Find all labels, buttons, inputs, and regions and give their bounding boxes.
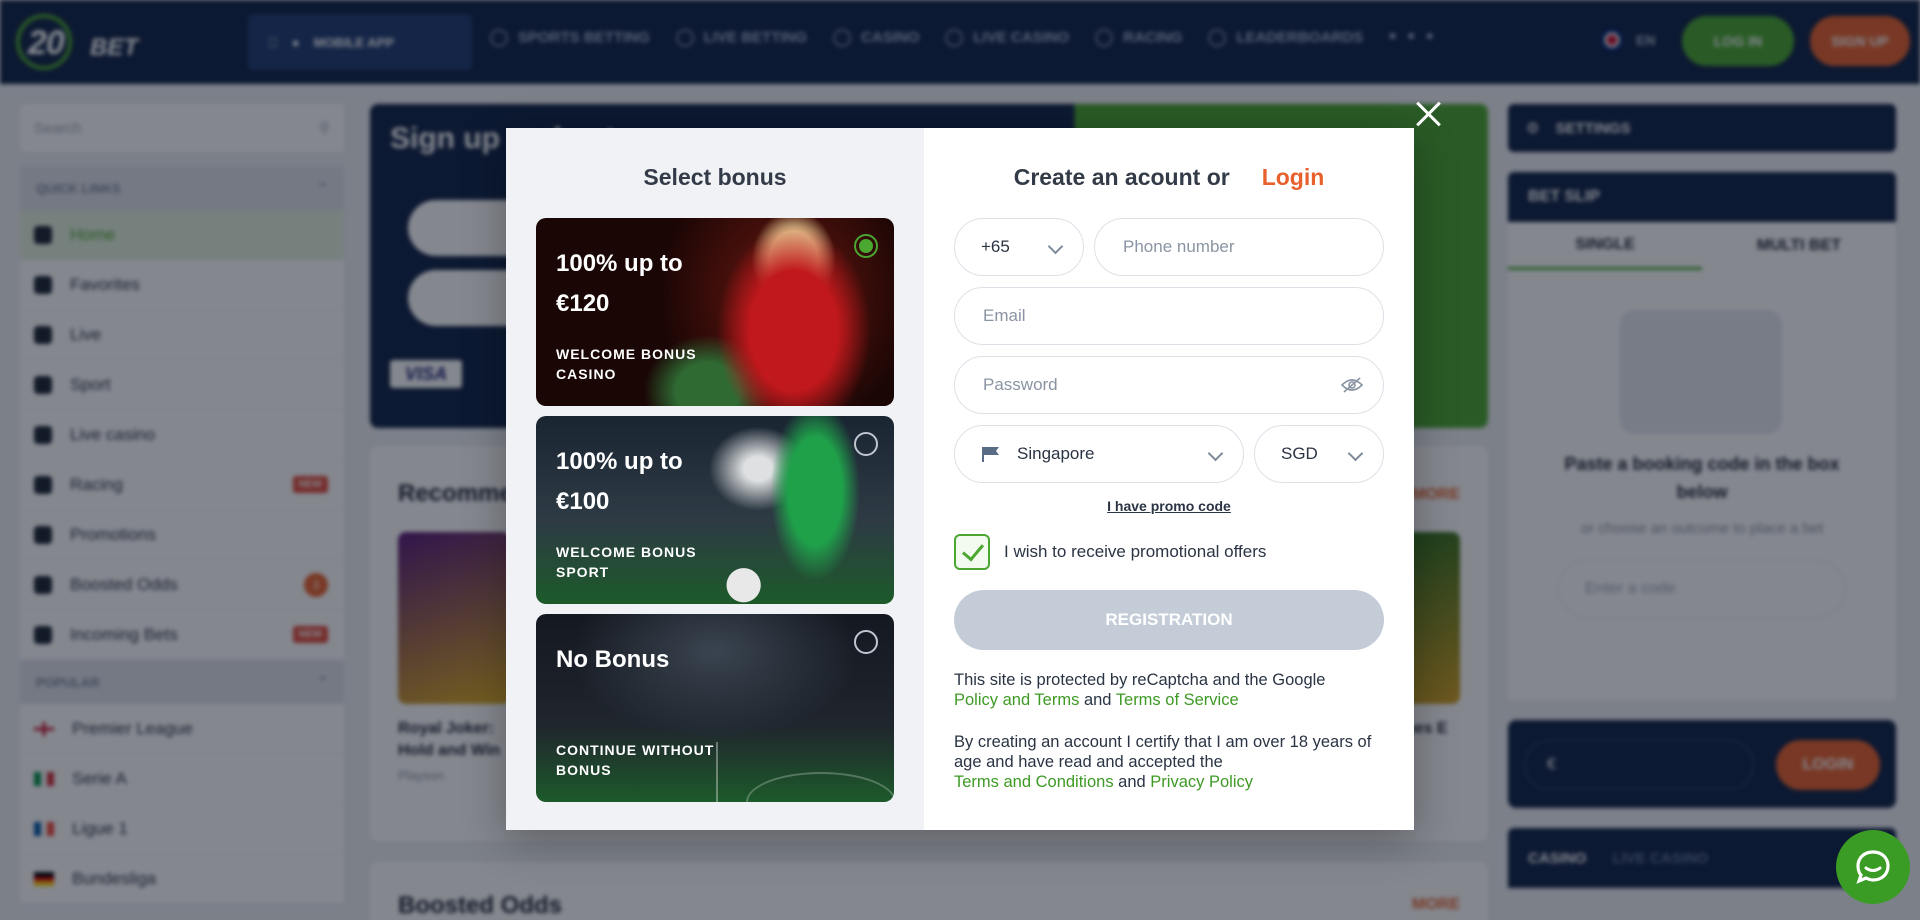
- phone-placeholder: Phone number: [1123, 237, 1235, 256]
- country-value: Singapore: [1017, 444, 1095, 463]
- bonus-amount: No Bonus: [556, 646, 670, 673]
- legal-text: This site is protected by reCaptcha and …: [954, 671, 1326, 689]
- policy-and-terms-link[interactable]: Policy and Terms: [954, 691, 1079, 709]
- registration-modal: Select bonus 100% up to €120 WELCOME BON…: [506, 128, 1414, 830]
- eye-slash-icon[interactable]: [1341, 377, 1363, 393]
- legal-and: and: [1083, 691, 1112, 709]
- chevron-down-icon: [1347, 445, 1364, 462]
- bonus-label: WELCOME BONUS SPORT: [556, 544, 697, 580]
- phone-number-input[interactable]: Phone number: [1094, 218, 1384, 276]
- recaptcha-notice: This site is protected by reCaptcha and …: [954, 670, 1394, 710]
- flag-icon: [982, 447, 999, 462]
- age-consent-notice: By creating an account I certify that I …: [954, 732, 1394, 792]
- country-select[interactable]: Singapore: [954, 425, 1244, 483]
- legal-and: and: [1118, 773, 1146, 791]
- bonus-card-no-bonus[interactable]: No Bonus CONTINUE WITHOUT BONUS: [536, 614, 894, 802]
- bonus-amount: 100% up to €100: [556, 448, 683, 515]
- terms-and-conditions-link[interactable]: Terms and Conditions: [954, 773, 1114, 791]
- live-chat-button[interactable]: [1836, 830, 1910, 904]
- promo-offers-label: I wish to receive promotional offers: [1004, 542, 1267, 561]
- bonus-card-sport[interactable]: 100% up to €100 WELCOME BONUS SPORT: [536, 416, 894, 604]
- password-input[interactable]: Password: [954, 356, 1384, 414]
- pitch-arc: [746, 772, 894, 802]
- bonus-amount: 100% up to €120: [556, 250, 683, 317]
- close-icon[interactable]: [1414, 100, 1442, 128]
- chevron-down-icon: [1207, 445, 1224, 462]
- registration-form: Create an acount or Login +65 Phone numb…: [924, 128, 1414, 830]
- form-header: Create an acount or Login: [924, 164, 1414, 191]
- select-bonus-title: Select bonus: [643, 164, 787, 190]
- promo-code-link[interactable]: I have promo code: [924, 498, 1414, 514]
- bonus-radio-selected[interactable]: [854, 234, 878, 258]
- bonus-radio[interactable]: [854, 432, 878, 456]
- login-link[interactable]: Login: [1262, 164, 1325, 191]
- chevron-down-icon: [1047, 238, 1064, 255]
- password-placeholder: Password: [983, 375, 1058, 394]
- bonus-label: CONTINUE WITHOUT BONUS: [556, 742, 715, 778]
- email-input[interactable]: Email: [954, 287, 1384, 345]
- phone-code-select[interactable]: +65: [954, 218, 1084, 276]
- phone-code-value: +65: [981, 237, 1010, 256]
- currency-value: SGD: [1281, 444, 1318, 463]
- bonus-label: WELCOME BONUS CASINO: [556, 346, 697, 382]
- privacy-policy-link[interactable]: Privacy Policy: [1150, 773, 1253, 791]
- bonus-radio[interactable]: [854, 630, 878, 654]
- bonus-card-casino[interactable]: 100% up to €120 WELCOME BONUS CASINO: [536, 218, 894, 406]
- legal-text: By creating an account I certify that I …: [954, 733, 1372, 771]
- currency-select[interactable]: SGD: [1254, 425, 1384, 483]
- registration-button[interactable]: REGISTRATION: [954, 590, 1384, 650]
- promo-offers-checkbox[interactable]: [954, 534, 990, 570]
- bonus-selection-panel: Select bonus 100% up to €120 WELCOME BON…: [506, 128, 924, 830]
- email-placeholder: Email: [983, 306, 1026, 325]
- terms-of-service-link[interactable]: Terms of Service: [1116, 691, 1239, 709]
- create-account-title: Create an acount or: [1013, 164, 1230, 190]
- chat-bubble-icon: [1856, 850, 1890, 884]
